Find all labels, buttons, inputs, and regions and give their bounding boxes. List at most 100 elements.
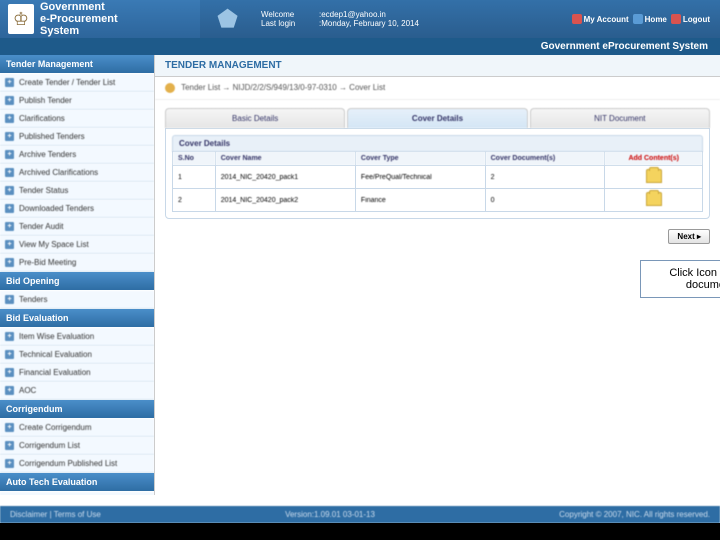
plus-icon: +	[5, 258, 14, 267]
terms-link[interactable]: Terms of Use	[54, 510, 101, 519]
folder-icon[interactable]	[646, 192, 662, 206]
logo-line1: Government	[40, 1, 118, 13]
sidebar-item-label: Financial Evaluation	[19, 368, 91, 377]
sidebar-item-label: Tender Audit	[19, 222, 63, 231]
sidebar-item[interactable]: + Clarifications	[0, 110, 154, 128]
sidebar-item-label: AOC	[19, 386, 36, 395]
plus-icon: +	[5, 386, 14, 395]
th-name: Cover Name	[215, 152, 355, 166]
footer: Disclaimer | Terms of Use Version:1.09.0…	[0, 506, 720, 523]
plus-icon: +	[5, 423, 14, 432]
tab-basic[interactable]: Basic Details	[165, 108, 345, 128]
callout-line2: document	[645, 279, 720, 291]
disclaimer-link[interactable]: Disclaimer	[10, 510, 47, 519]
bottom-bar	[0, 523, 720, 540]
plus-icon: +	[5, 204, 14, 213]
page-title: TENDER MANAGEMENT	[155, 55, 720, 77]
sidebar-item-label: Item Wise Evaluation	[19, 332, 94, 341]
sidebar-item[interactable]: +Technical Evaluation	[0, 346, 154, 364]
plus-icon: +	[5, 222, 14, 231]
home-link[interactable]: Home	[633, 14, 667, 24]
sidebar-item[interactable]: + Archive Tenders	[0, 146, 154, 164]
tab-cover[interactable]: Cover Details	[347, 108, 527, 128]
cell-add	[605, 189, 703, 212]
copyright-text: Copyright © 2007, NIC. All rights reserv…	[559, 510, 710, 519]
sidebar-item[interactable]: +Published Tenders	[0, 128, 154, 146]
sidebar-item[interactable]: + View My Space List	[0, 236, 154, 254]
th-sno: S.No	[173, 152, 216, 166]
sidebar-item[interactable]: + Tender Audit	[0, 218, 154, 236]
th-docs: Cover Document(s)	[485, 152, 605, 166]
cover-panel-label: Cover Details	[172, 135, 703, 152]
cell-name: 2014_NIC_20420_pack2	[215, 189, 355, 212]
sidebar-item-label: Technical Evaluation	[19, 350, 92, 359]
sidebar-item-label: Archive Tenders	[19, 150, 76, 159]
sidebar-item-label: Clarifications	[19, 114, 65, 123]
th-type: Cover Type	[355, 152, 485, 166]
plus-icon: +	[5, 78, 14, 87]
plus-icon: +	[5, 132, 14, 141]
version-text: Version:1.09.01 03-01-13	[285, 510, 375, 519]
sidebar-item[interactable]: +Corrigendum List	[0, 437, 154, 455]
plus-icon: +	[5, 240, 14, 249]
sidebar-item[interactable]: +Corrigendum Published List	[0, 455, 154, 473]
plus-icon: +	[5, 441, 14, 450]
plus-icon: +	[5, 96, 14, 105]
plus-icon: +	[5, 295, 14, 304]
tabs: Basic Details Cover Details NIT Document	[165, 108, 710, 128]
plus-icon: +	[5, 368, 14, 377]
lastlogin-label: Last login	[261, 19, 319, 28]
th-add: Add Content(s)	[605, 152, 703, 166]
logout-link[interactable]: Logout	[671, 14, 710, 24]
plus-icon: +	[5, 459, 14, 468]
sidebar-item[interactable]: +Create Corrigendum	[0, 419, 154, 437]
folder-icon[interactable]	[646, 169, 662, 183]
cell-type: Fee/PreQual/Technical	[355, 166, 485, 189]
cell-add	[605, 166, 703, 189]
myaccount-link[interactable]: My Account	[572, 14, 629, 24]
cell-sno: 2	[173, 189, 216, 212]
callout-box: Click Icon to add document	[640, 260, 720, 298]
cell-name: 2014_NIC_20420_pack1	[215, 166, 355, 189]
emblem-icon: ♔	[8, 4, 34, 34]
map-icon: ⬟	[200, 0, 255, 38]
logo-line3: System	[40, 25, 118, 37]
plus-icon: +	[5, 114, 14, 123]
sidebar-item[interactable]: + Create Tender / Tender List	[0, 74, 154, 92]
sidebar-item[interactable]: + Publish Tender	[0, 92, 154, 110]
main-content: TENDER MANAGEMENT Tender List → NIJD/2/2…	[155, 55, 720, 495]
sidebar-item[interactable]: + Archived Clarifications	[0, 164, 154, 182]
sidebar-item[interactable]: + Financial Evaluation	[0, 364, 154, 382]
subheader: Government eProcurement System	[0, 38, 720, 55]
sidebar-item[interactable]: + Item Wise Evaluation	[0, 328, 154, 346]
sidebar-item[interactable]: +Pre-Bid Meeting	[0, 254, 154, 272]
next-button[interactable]: Next ▸	[668, 229, 710, 244]
sidebar-item-label: Publish Tender	[19, 96, 72, 105]
cell-docs: 2	[485, 166, 605, 189]
sidebar-item[interactable]: + AOC	[0, 382, 154, 400]
sidebar-item-label: Downloaded Tenders	[19, 204, 94, 213]
logo-area: ♔ Government e-Procurement System	[0, 0, 200, 38]
welcome-area: Welcome: ecdep1@yahoo.in Last login: Mon…	[255, 0, 562, 38]
sidebar-item-label: View My Space List	[19, 240, 89, 249]
plus-icon: +	[5, 332, 14, 341]
table-row: 22014_NIC_20420_pack2Finance0	[173, 189, 703, 212]
next-row: Next ▸	[165, 229, 710, 244]
sidebar-item[interactable]: +Tender Status	[0, 182, 154, 200]
sidebar-item[interactable]: + Downloaded Tenders	[0, 200, 154, 218]
logo-text: Government e-Procurement System	[40, 1, 118, 37]
plus-icon: +	[5, 150, 14, 159]
tab-nit[interactable]: NIT Document	[530, 108, 710, 128]
plus-icon: +	[5, 168, 14, 177]
cell-sno: 1	[173, 166, 216, 189]
logo-line2: e-Procurement	[40, 13, 118, 25]
sidebar-item-label: Create Tender / Tender List	[19, 78, 115, 87]
cell-type: Finance	[355, 189, 485, 212]
sidebar-item[interactable]: +QCBS Template	[0, 492, 154, 495]
logout-icon	[671, 14, 681, 24]
table-row: 12014_NIC_20420_pack1Fee/PreQual/Technic…	[173, 166, 703, 189]
sidebar-item-label: Archived Clarifications	[19, 168, 98, 177]
plus-icon: +	[5, 186, 14, 195]
user-icon	[572, 14, 582, 24]
sidebar-item[interactable]: +Tenders	[0, 291, 154, 309]
